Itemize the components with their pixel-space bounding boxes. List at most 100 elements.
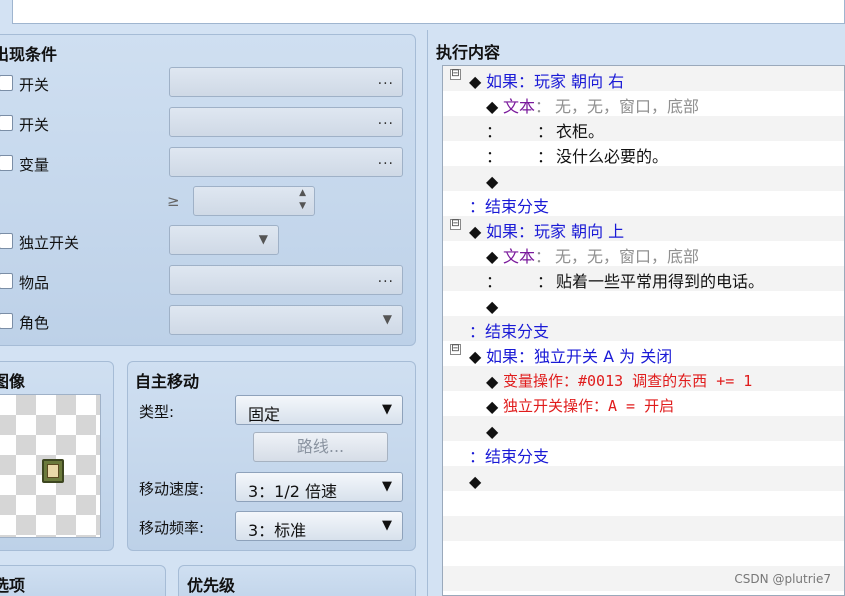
message-colon: ：: [537, 272, 554, 291]
collapse-icon[interactable]: ⊟: [450, 344, 461, 355]
command-text: 文本: [503, 97, 536, 116]
conditions-panel: 出现条件 开关 ... 开关 ... 变量 ... ≥ ▲ ▼ 独立开关 ▼ 物…: [0, 34, 416, 346]
actor-select[interactable]: ▼: [169, 305, 403, 335]
conditions-title: 出现条件: [0, 45, 58, 64]
list-item[interactable]: ：结束分支: [443, 194, 845, 219]
list-item[interactable]: ◆: [443, 169, 845, 194]
command-text: 如果：玩家 朝向 右: [486, 72, 625, 91]
message-text: 衣柜。: [556, 122, 605, 141]
chevron-down-icon: ▼: [258, 232, 268, 246]
continuation-colon: ：: [486, 122, 503, 141]
message-colon: ：: [537, 147, 554, 166]
ge-symbol: ≥: [167, 192, 180, 210]
variable-field[interactable]: ...: [169, 147, 403, 177]
item-label: 物品: [19, 274, 50, 292]
diamond-icon: ◆: [486, 422, 499, 441]
chevron-down-icon: ▼: [382, 402, 392, 417]
self-switch-select[interactable]: ▼: [169, 225, 279, 255]
image-panel: 图像: [0, 361, 114, 551]
speed-value: 3：1/2 倍速: [248, 482, 338, 501]
list-item[interactable]: ◆: [443, 469, 845, 494]
diamond-icon: ◆: [486, 297, 499, 316]
switch1-checkbox[interactable]: [0, 75, 13, 91]
switch2-checkbox[interactable]: [0, 115, 13, 131]
frequency-label: 移动频率:: [139, 519, 205, 537]
contents-divider: [427, 30, 428, 596]
item-field[interactable]: ...: [169, 265, 403, 295]
continuation-colon: ：: [486, 147, 503, 166]
list-item[interactable]: ◆ 变量操作：#0013 调查的东西 += 1: [443, 369, 845, 394]
options-panel: 选项: [0, 565, 166, 596]
image-preview[interactable]: [0, 394, 101, 538]
top-field: [12, 0, 845, 24]
diamond-icon: ◆: [486, 372, 499, 391]
priority-title: 优先级: [187, 576, 236, 595]
switch2-field[interactable]: ...: [169, 107, 403, 137]
speed-select[interactable]: 3：1/2 倍速 ▼: [235, 472, 403, 502]
item-checkbox[interactable]: [0, 273, 13, 289]
command-text: 变量操作：#0013 调查的东西 += 1: [503, 372, 753, 390]
variable-checkbox[interactable]: [0, 155, 13, 171]
switch1-label: 开关: [19, 76, 50, 94]
watermark: CSDN @plutrie7: [734, 572, 831, 586]
frequency-value: 3：标准: [248, 521, 307, 540]
diamond-icon: ◆: [486, 247, 499, 266]
variable-value-spinner[interactable]: ▲ ▼: [193, 186, 315, 216]
ellipsis-icon: ...: [377, 112, 394, 128]
contents-title: 执行内容: [436, 43, 501, 62]
frequency-select[interactable]: 3：标准 ▼: [235, 511, 403, 541]
list-item[interactable]: ： ： 衣柜。: [443, 119, 845, 144]
self-switch-label: 独立开关: [19, 234, 80, 252]
list-item[interactable]: ⊟ ◆ 如果：独立开关 A 为 关闭: [443, 344, 845, 369]
autonomous-title: 自主移动: [135, 372, 200, 391]
route-button[interactable]: 路线...: [253, 432, 388, 462]
switch1-field[interactable]: ...: [169, 67, 403, 97]
type-select[interactable]: 固定 ▼: [235, 395, 403, 425]
list-item[interactable]: ◆ 独立开关操作：A = 开启: [443, 394, 845, 419]
self-switch-checkbox[interactable]: [0, 233, 13, 249]
command-text: 如果：玩家 朝向 上: [486, 222, 625, 241]
type-value: 固定: [248, 405, 281, 424]
message-text: 没什么必要的。: [556, 147, 669, 166]
list-item[interactable]: ： ： 贴着一些平常用得到的电话。: [443, 269, 845, 294]
continuation-colon: ：: [486, 272, 503, 291]
collapse-icon[interactable]: ⊟: [450, 69, 461, 80]
ellipsis-icon: ...: [377, 72, 394, 88]
spin-up-icon[interactable]: ▲: [299, 188, 306, 198]
command-text: ：结束分支: [469, 322, 550, 341]
list-item[interactable]: ⊟ ◆ 如果：玩家 朝向 上: [443, 219, 845, 244]
cabinet-sprite-icon: [42, 459, 64, 483]
command-text: 独立开关操作：A = 开启: [503, 397, 675, 415]
list-item[interactable]: ◆: [443, 419, 845, 444]
collapse-icon[interactable]: ⊟: [450, 219, 461, 230]
list-item[interactable]: ◆: [443, 294, 845, 319]
command-args: 无，无，窗口，底部: [555, 247, 700, 266]
diamond-icon: ◆: [469, 72, 482, 91]
message-colon: ：: [537, 122, 554, 141]
chevron-down-icon: ▼: [382, 518, 392, 533]
diamond-icon: ◆: [486, 397, 499, 416]
priority-panel: 优先级: [178, 565, 416, 596]
switch2-label: 开关: [19, 116, 50, 134]
list-item[interactable]: ：结束分支: [443, 444, 845, 469]
command-args: 无，无，窗口，底部: [555, 97, 700, 116]
ellipsis-icon: ...: [377, 152, 394, 168]
ellipsis-icon: ...: [377, 270, 394, 286]
list-item[interactable]: ◆ 文本 ： 无，无，窗口，底部: [443, 94, 845, 119]
chevron-down-icon: ▼: [382, 479, 392, 494]
diamond-icon: ◆: [469, 222, 482, 241]
list-item[interactable]: ：结束分支: [443, 319, 845, 344]
diamond-icon: ◆: [469, 347, 482, 366]
event-commands-list[interactable]: ⊟ ◆ 如果：玩家 朝向 右 ◆ 文本 ： 无，无，窗口，底部 ： ： 衣柜。 …: [442, 65, 845, 596]
list-item[interactable]: ： ： 没什么必要的。: [443, 144, 845, 169]
spin-down-icon[interactable]: ▼: [299, 201, 306, 211]
command-text: 文本: [503, 247, 536, 266]
diamond-icon: ◆: [469, 472, 482, 491]
command-colon: ：: [535, 247, 552, 266]
actor-checkbox[interactable]: [0, 313, 13, 329]
command-text: ：结束分支: [469, 447, 550, 466]
list-item[interactable]: ◆ 文本 ： 无，无，窗口，底部: [443, 244, 845, 269]
variable-label: 变量: [19, 156, 50, 174]
command-text: ：结束分支: [469, 197, 550, 216]
list-item[interactable]: ⊟ ◆ 如果：玩家 朝向 右: [443, 69, 845, 94]
